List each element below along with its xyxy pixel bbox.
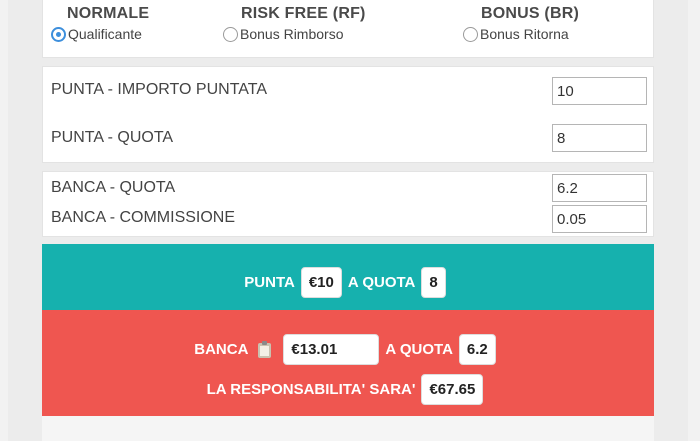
punta-result-line: PUNTA €10 A QUOTA 8 — [42, 267, 654, 298]
punta-quota-label-text: A QUOTA — [347, 274, 416, 291]
bet-type-selector: NORMALE Qualificante RISK FREE (RF) Bonu… — [42, 0, 654, 58]
bet-type-title: NORMALE — [67, 5, 150, 22]
radio-icon-checked[interactable] — [51, 26, 66, 42]
banca-result-prefix: BANCA — [194, 341, 249, 358]
radio-label: Bonus Ritorna — [480, 26, 569, 42]
punta-result-panel: PUNTA €10 A QUOTA 8 — [42, 244, 654, 310]
banca-quota-input[interactable] — [552, 174, 647, 202]
radio-qualificante[interactable]: Qualificante — [51, 26, 149, 42]
liability-line: LA RESPONSABILITA' SARA' €67.65 — [42, 374, 654, 405]
radio-label: Qualificante — [68, 26, 142, 42]
punta-inputs: PUNTA - IMPORTO PUNTATA PUNTA - QUOTA — [42, 66, 654, 163]
banca-commissione-label: BANCA - COMMISSIONE — [51, 209, 236, 226]
bet-type-risk-free: RISK FREE (RF) Bonus Rimborso — [223, 5, 366, 42]
profit-panel-partial — [42, 416, 654, 441]
punta-importo-input[interactable] — [552, 77, 647, 105]
calculator-page: NORMALE Qualificante RISK FREE (RF) Bonu… — [0, 0, 700, 441]
clipboard-icon[interactable] — [258, 341, 272, 358]
bet-type-title: BONUS (BR) — [481, 5, 579, 22]
punta-quota-badge: 8 — [421, 267, 446, 298]
punta-result-prefix: PUNTA — [244, 274, 295, 291]
bet-type-bonus: BONUS (BR) Bonus Ritorna — [463, 5, 579, 42]
punta-importo-label: PUNTA - IMPORTO PUNTATA — [51, 81, 268, 98]
bet-type-normale: NORMALE Qualificante — [51, 5, 150, 42]
radio-label: Bonus Rimborso — [240, 26, 344, 42]
page-margin-left — [0, 0, 8, 441]
radio-icon[interactable] — [463, 26, 478, 42]
bet-type-title: RISK FREE (RF) — [241, 5, 366, 22]
radio-icon[interactable] — [223, 26, 238, 42]
banca-quota-label: BANCA - QUOTA — [51, 179, 176, 196]
radio-bonus-rimborso[interactable]: Bonus Rimborso — [223, 26, 366, 42]
liability-label: LA RESPONSABILITA' SARA' — [206, 381, 416, 398]
punta-quota-input[interactable] — [552, 124, 647, 152]
punta-amount-badge: €10 — [300, 267, 342, 298]
radio-bonus-ritorna[interactable]: Bonus Ritorna — [463, 26, 579, 42]
banca-quota-label-text: A QUOTA — [385, 341, 453, 358]
banca-amount-badge: €13.01 — [283, 334, 380, 365]
page-margin-right — [688, 0, 700, 441]
banca-inputs: BANCA - QUOTA BANCA - COMMISSIONE — [42, 171, 654, 237]
punta-quota-label: PUNTA - QUOTA — [51, 129, 174, 146]
banca-result-panel: BANCA €13.01 A QUOTA 6.2 LA RESPONSABILI… — [42, 310, 654, 416]
liability-badge: €67.65 — [421, 374, 484, 405]
banca-quota-badge: 6.2 — [458, 334, 496, 365]
banca-commissione-input[interactable] — [552, 205, 647, 233]
banca-result-line: BANCA €13.01 A QUOTA 6.2 — [42, 334, 654, 365]
